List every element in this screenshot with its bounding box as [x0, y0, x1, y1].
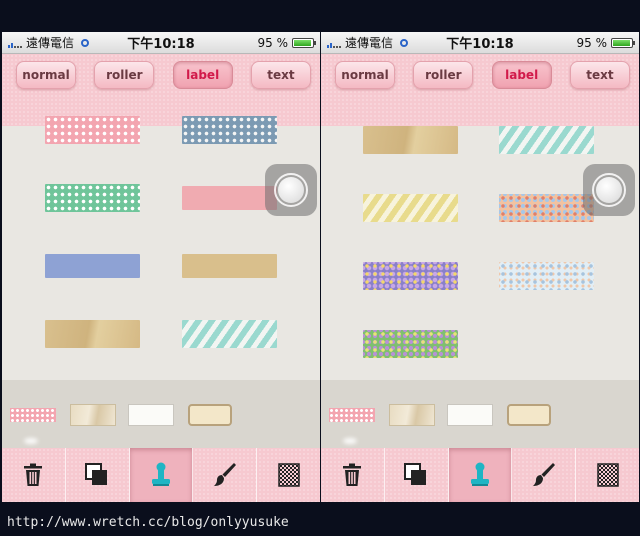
pattern-icon: [596, 463, 619, 487]
tray-swatch-paper[interactable]: [389, 404, 435, 426]
tab-text-label: text: [267, 68, 295, 82]
tab-roller[interactable]: roller: [94, 61, 155, 89]
battery-icon: [292, 38, 316, 48]
trash-button[interactable]: [321, 448, 385, 502]
status-bar: 遠傳電信 下午10:18 95 %: [321, 32, 639, 54]
signal-icon: [327, 38, 341, 48]
tape-light-floral[interactable]: [499, 262, 594, 290]
phone-screen-left: 遠傳電信 下午10:18 95 % normal roller label te…: [2, 32, 320, 502]
tape-pink-polka[interactable]: [45, 116, 140, 144]
pattern-button[interactable]: [257, 448, 320, 502]
pattern-icon: [277, 463, 300, 487]
carrier-name: 遠傳電信: [26, 36, 75, 50]
battery-indicator: 95 %: [576, 36, 635, 50]
battery-percent: 95 %: [576, 36, 608, 50]
status-bar: 遠傳電信 下午10:18 95 %: [2, 32, 320, 54]
recent-tape-tray: [2, 380, 320, 448]
wifi-icon: [81, 38, 90, 47]
carrier-name: 遠傳電信: [345, 36, 394, 50]
tray-swatch-white[interactable]: [447, 404, 493, 426]
tape-orange-floral[interactable]: [499, 194, 594, 222]
tab-normal-label: normal: [22, 68, 70, 82]
tape-mint-stripe[interactable]: [499, 126, 594, 154]
tab-label-label: label: [186, 68, 220, 82]
tab-label[interactable]: label: [491, 61, 552, 89]
wifi-icon: [400, 38, 409, 47]
layers-button[interactable]: [385, 448, 449, 502]
tape-blue-solid[interactable]: [45, 254, 140, 278]
signal-icon: [8, 38, 22, 48]
tape-pink-solid[interactable]: [182, 186, 277, 210]
tray-swatch-frame[interactable]: [507, 404, 551, 426]
tab-roller-label: roller: [425, 68, 462, 82]
tab-text-label: text: [586, 68, 614, 82]
bottom-toolbar: [321, 448, 639, 502]
light-flare: [24, 438, 38, 444]
tab-label-label: label: [505, 68, 539, 82]
tape-mint-stripe[interactable]: [182, 320, 277, 348]
brush-icon: [532, 463, 555, 486]
battery-percent: 95 %: [257, 36, 289, 50]
brush-button[interactable]: [193, 448, 258, 502]
tape-kraft-torn[interactable]: [45, 320, 140, 348]
tab-text[interactable]: text: [250, 61, 311, 89]
layers-icon: [404, 463, 427, 485]
assistive-touch-button[interactable]: [265, 164, 317, 216]
pattern-button[interactable]: [576, 448, 639, 502]
tray-swatch-frame[interactable]: [188, 404, 232, 426]
tab-normal-label: normal: [341, 68, 389, 82]
battery-indicator: 95 %: [257, 36, 316, 50]
tape-yellow-stripe[interactable]: [363, 194, 458, 222]
layers-icon: [85, 463, 108, 485]
stamp-button[interactable]: [129, 448, 194, 502]
tab-roller[interactable]: roller: [413, 61, 474, 89]
tape-kraft-torn[interactable]: [363, 126, 458, 154]
tray-swatch-paper[interactable]: [70, 404, 116, 426]
tray-swatch-white[interactable]: [128, 404, 174, 426]
tab-normal[interactable]: normal: [16, 61, 76, 89]
tray-swatch-pink-polka[interactable]: [10, 408, 56, 422]
bottom-toolbar: [2, 448, 320, 502]
tab-label[interactable]: label: [172, 61, 233, 89]
tab-normal[interactable]: normal: [335, 61, 395, 89]
stamp-icon: [470, 462, 489, 486]
tape-green-polka[interactable]: [45, 184, 140, 212]
tape-grid: [2, 102, 320, 382]
assistive-touch-button[interactable]: [583, 164, 635, 216]
watermark-url: http://www.wretch.cc/blog/onlyyusuke: [7, 515, 289, 530]
trash-icon: [343, 463, 362, 486]
tape-kraft[interactable]: [182, 254, 277, 278]
tape-green-floral[interactable]: [363, 330, 458, 358]
brush-button[interactable]: [512, 448, 577, 502]
recent-tape-tray: [321, 380, 639, 448]
tape-purple-floral[interactable]: [363, 262, 458, 290]
layers-button[interactable]: [66, 448, 130, 502]
light-flare: [343, 438, 357, 444]
trash-button[interactable]: [2, 448, 66, 502]
tab-text[interactable]: text: [569, 61, 630, 89]
stamp-button[interactable]: [448, 448, 513, 502]
tray-swatch-pink-polka[interactable]: [329, 408, 375, 422]
trash-icon: [24, 463, 43, 486]
phone-screen-right: 遠傳電信 下午10:18 95 % normal roller label te…: [321, 32, 639, 502]
tape-blue-polka[interactable]: [182, 116, 277, 144]
battery-icon: [611, 38, 635, 48]
tab-roller-label: roller: [106, 68, 143, 82]
tape-grid: [321, 102, 639, 382]
stamp-icon: [151, 462, 170, 486]
screenshot-stage: 遠傳電信 下午10:18 95 % normal roller label te…: [0, 0, 640, 536]
brush-icon: [213, 463, 236, 486]
